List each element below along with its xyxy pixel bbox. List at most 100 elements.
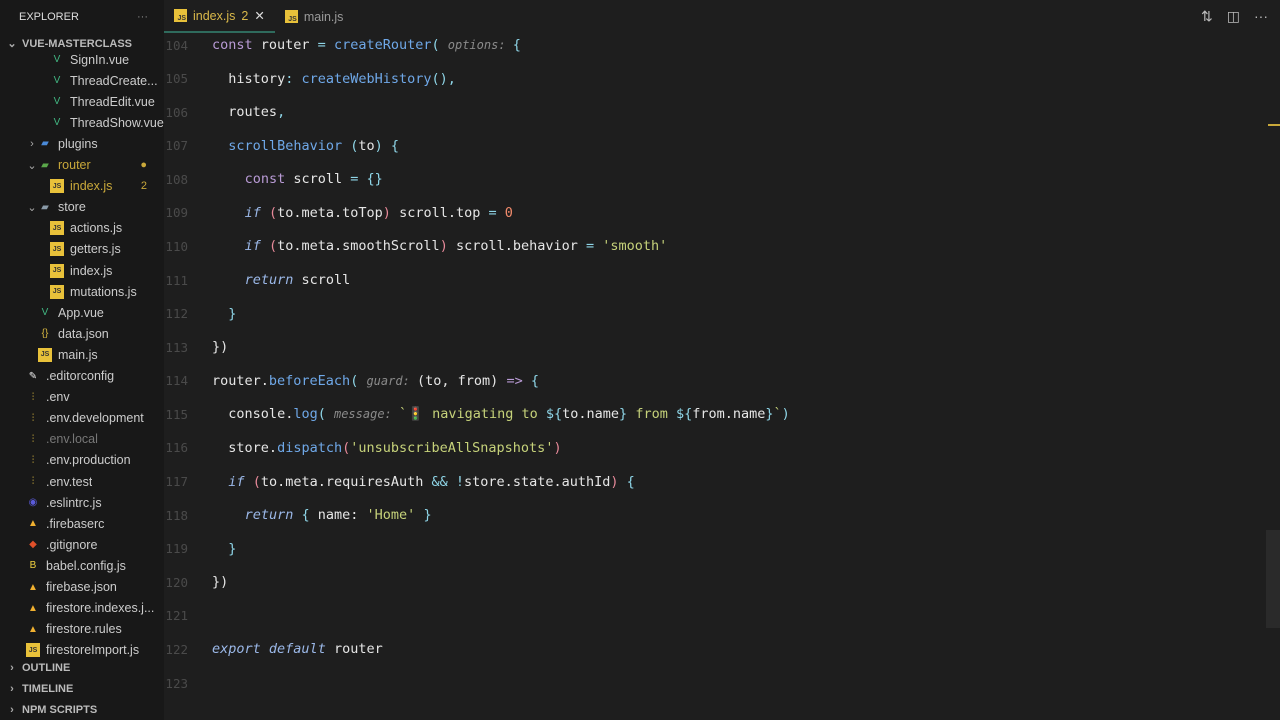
file-tree-item[interactable]: ⫶ .env <box>0 387 164 408</box>
file-tree-item[interactable]: JS mutations.js <box>0 281 164 302</box>
file-tree-item[interactable]: V ThreadEdit.vue <box>0 91 164 112</box>
file-name: SignIn.vue <box>70 52 130 67</box>
file-tree-item[interactable]: JS index.js 2 <box>0 176 164 197</box>
file-tree-item[interactable]: {} data.json <box>0 323 164 344</box>
line-number: 120 <box>165 574 188 590</box>
code-token: from <box>627 406 676 423</box>
file-tree-item[interactable]: ⫶ .env.production <box>0 450 164 471</box>
file-tree-item[interactable]: › ▰ plugins <box>0 133 164 154</box>
code-token: scroll <box>285 171 351 188</box>
code-line: 110 if (to.meta.smoothScroll) scroll.beha… <box>164 235 667 257</box>
code-token: ( <box>244 473 261 490</box>
chevron-right-icon: › <box>30 137 34 150</box>
code-token: to.meta.requiresAuth <box>260 473 432 490</box>
code-token: dispatch <box>277 439 343 456</box>
section-timeline[interactable]: › TIMELINE <box>0 678 164 699</box>
code-token: guard: <box>366 373 418 388</box>
file-tree-item[interactable]: JS getters.js <box>0 239 164 260</box>
more-actions-icon[interactable]: ··· <box>137 11 148 23</box>
code-token: if <box>244 238 261 255</box>
code-token: ( <box>431 37 448 53</box>
editor-tabs: JS index.js 2 ✕ JS main.js <box>164 0 1280 33</box>
code-editor[interactable]: 104 const router = createRouter( options:… <box>164 33 1280 720</box>
file-tree-item[interactable]: ⫶ .env.development <box>0 408 164 429</box>
code-token: to.meta.smoothScroll <box>277 238 440 255</box>
close-icon[interactable]: ✕ <box>254 8 264 23</box>
code-line: 108 const scroll = {} <box>164 168 382 190</box>
code-text: const scroll = {} <box>245 171 383 187</box>
chevron-right-icon: › <box>10 661 14 674</box>
code-text: scrollBehavior (to) { <box>228 138 399 154</box>
code-token: `🚦 navigating to <box>399 406 546 423</box>
line-number: 116 <box>165 440 188 456</box>
file-tree-item[interactable]: ▲ firestore.rules <box>0 619 164 640</box>
file-name: getters.js <box>70 242 121 257</box>
file-tree-item[interactable]: V SignIn.vue <box>0 49 164 70</box>
line-number: 108 <box>165 171 188 187</box>
code-token: , <box>277 104 286 121</box>
file-tree-item[interactable]: V ThreadShow.vue <box>0 112 164 133</box>
code-line: 114 router.beforeEach( guard: (to, from) … <box>164 370 539 392</box>
line-number: 104 <box>165 37 188 53</box>
code-line: 117 if (to.meta.requiresAuth && !store.st… <box>164 471 634 493</box>
code-token: const <box>244 171 286 188</box>
file-name: .env <box>46 390 70 405</box>
code-token: ) <box>610 473 619 490</box>
firebase-icon: ▲ <box>28 518 38 530</box>
section-npm-scripts[interactable]: › NPM SCRIPTS <box>0 699 164 720</box>
firebase-icon: ▲ <box>28 623 38 635</box>
file-tree-item[interactable]: JS main.js <box>0 344 164 365</box>
file-tree-item[interactable]: ◉ .eslintrc.js <box>0 492 164 513</box>
file-tree-item[interactable]: Bbabel.config.js <box>0 555 164 576</box>
file-name: mutations.js <box>70 284 137 299</box>
code-token: if <box>228 473 245 490</box>
file-tree-item[interactable]: ⫶ .env.test <box>0 471 164 492</box>
section-outline[interactable]: › OUTLINE <box>0 657 164 678</box>
code-line: 104 const router = createRouter( options:… <box>164 34 521 56</box>
file-name: firestore.rules <box>46 622 122 637</box>
file-tree-item[interactable]: ▲ firebase.json <box>0 577 164 598</box>
code-text: return scroll <box>245 272 351 288</box>
js-icon: JS <box>50 179 64 194</box>
file-tree-item[interactable]: ▲ .firebaserc <box>0 513 164 534</box>
source-control-icon[interactable]: ⇅ <box>1201 8 1213 25</box>
code-text: if (to.meta.requiresAuth && !store.state… <box>228 474 634 490</box>
js-icon: JS <box>38 347 52 362</box>
code-token: to.meta.toTop <box>277 204 383 221</box>
file-tree-item[interactable]: ✎ .editorconfig <box>0 366 164 387</box>
file-tree-item[interactable]: ⌄ ▰ store <box>0 197 164 218</box>
scrollbar[interactable] <box>1266 530 1280 628</box>
explorer-title: EXPLORER <box>19 10 79 23</box>
env-icon: ⫶ <box>31 391 35 403</box>
code-token: { <box>618 473 635 490</box>
tab-main-js[interactable]: JS main.js <box>275 0 354 33</box>
code-token: message: <box>333 407 400 422</box>
file-tree-item[interactable]: ⫶ .env.local <box>0 429 164 450</box>
code-token: ) <box>781 406 790 423</box>
code-token: = <box>317 37 326 53</box>
env-icon: ⫶ <box>31 454 35 466</box>
section-label: OUTLINE <box>22 661 71 674</box>
file-tree-item[interactable]: JS actions.js <box>0 218 164 239</box>
line-number: 118 <box>165 507 188 523</box>
line-number: 112 <box>165 306 188 322</box>
code-token: router <box>325 641 383 658</box>
code-token: router. <box>212 372 269 389</box>
split-editor-icon[interactable]: ◫ <box>1227 8 1240 25</box>
line-number: 105 <box>165 71 188 87</box>
file-tree-item[interactable]: ⌄ ▰ router ● <box>0 155 164 176</box>
file-tree-item[interactable]: ▲ firestore.indexes.j... <box>0 598 164 619</box>
firebase-icon: ▲ <box>28 602 38 614</box>
code-text: } <box>228 541 236 557</box>
code-text: store.dispatch('unsubscribeAllSnapshots'… <box>228 440 561 456</box>
file-tree-item[interactable]: V ThreadCreate... <box>0 70 164 91</box>
tab-index-js[interactable]: JS index.js 2 ✕ <box>164 0 275 33</box>
more-icon[interactable]: ··· <box>1254 8 1268 25</box>
env-icon: ⫶ <box>31 412 35 424</box>
code-token: } <box>228 305 237 322</box>
code-token: ${ <box>545 406 563 423</box>
file-tree-item[interactable]: V App.vue <box>0 302 164 323</box>
folder-icon: ▰ <box>41 201 49 213</box>
file-tree-item[interactable]: ◆ .gitignore <box>0 534 164 555</box>
file-tree-item[interactable]: JS index.js <box>0 260 164 281</box>
